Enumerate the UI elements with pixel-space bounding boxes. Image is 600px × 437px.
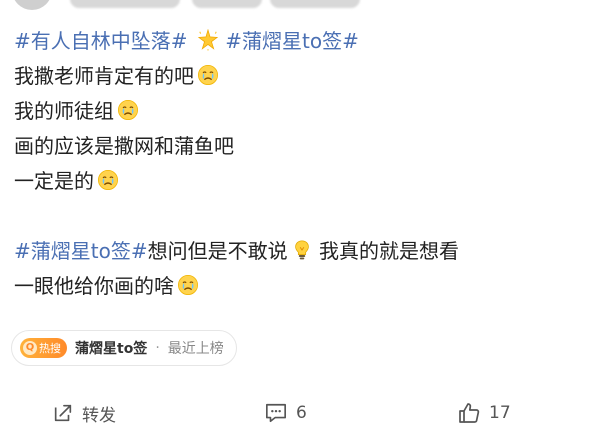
crying-face-icon (117, 99, 139, 121)
post-line: 我的师徒组 (14, 94, 584, 129)
hashtag-link[interactable]: #蒲熠星to签# (14, 239, 148, 263)
post-line: #蒲熠星to签#想问但是不敢说 我真的就是想看 (14, 234, 584, 269)
post-text: 画的应该是撒网和蒲鱼吧 (14, 134, 234, 158)
post-text: 我撒老师肯定有的吧 (14, 64, 194, 88)
cropped-header-strip (0, 0, 600, 14)
post-body: #有人自林中坠落# #蒲熠星to签# 我撒老师肯定有的吧 我的师徒组 画的应该是… (14, 24, 584, 304)
hot-search-icon: Q (23, 341, 37, 355)
hot-search-badge-label: 热搜 (39, 342, 61, 355)
like-button[interactable]: 17 (457, 398, 511, 428)
hashtag-link[interactable]: #蒲熠星to签# (219, 29, 359, 53)
sparkle-star-icon (197, 29, 219, 51)
crying-face-icon (177, 274, 199, 296)
post-text: 想问但是不敢说 (147, 239, 288, 263)
thumbs-up-icon (457, 401, 481, 425)
post-text (188, 29, 194, 53)
post-line: 画的应该是撒网和蒲鱼吧 (14, 129, 584, 164)
repost-button[interactable]: 转发 (52, 398, 116, 428)
post-line: #有人自林中坠落# #蒲熠星to签# (14, 24, 584, 59)
crying-face-icon (97, 169, 119, 191)
username-blur (70, 0, 180, 8)
post-line: 一眼他给你画的啥 (14, 269, 584, 304)
post-spacer (14, 199, 584, 234)
meta-blur (270, 0, 360, 8)
post-text: 一眼他给你画的啥 (14, 274, 174, 298)
hot-search-status: 最近上榜 (167, 341, 224, 357)
post-text: 我真的就是想看 (312, 239, 459, 263)
avatar[interactable] (12, 0, 52, 10)
post-text: 一定是的 (14, 169, 94, 193)
comment-button[interactable]: 6 (264, 398, 307, 428)
hot-search-separator: · (155, 340, 160, 356)
hashtag-link[interactable]: #有人自林中坠落# (14, 29, 188, 53)
like-count: 17 (489, 403, 511, 423)
action-bar: 转发 6 17 (0, 398, 600, 428)
repost-icon (52, 402, 74, 424)
hot-search-chip[interactable]: Q 热搜 蒲熠星to签 · 最近上榜 (11, 330, 237, 366)
repost-label: 转发 (82, 405, 116, 426)
badge-blur (192, 0, 262, 8)
hot-search-topic: 蒲熠星to签 (75, 341, 148, 357)
comment-icon (264, 402, 288, 424)
post-line: 一定是的 (14, 164, 584, 199)
hot-search-badge: Q 热搜 (20, 338, 67, 358)
post-text: 我的师徒组 (14, 99, 114, 123)
crying-face-icon (197, 64, 219, 86)
lightbulb-icon (291, 239, 313, 261)
post-line: 我撒老师肯定有的吧 (14, 59, 584, 94)
comment-count: 6 (296, 403, 307, 423)
